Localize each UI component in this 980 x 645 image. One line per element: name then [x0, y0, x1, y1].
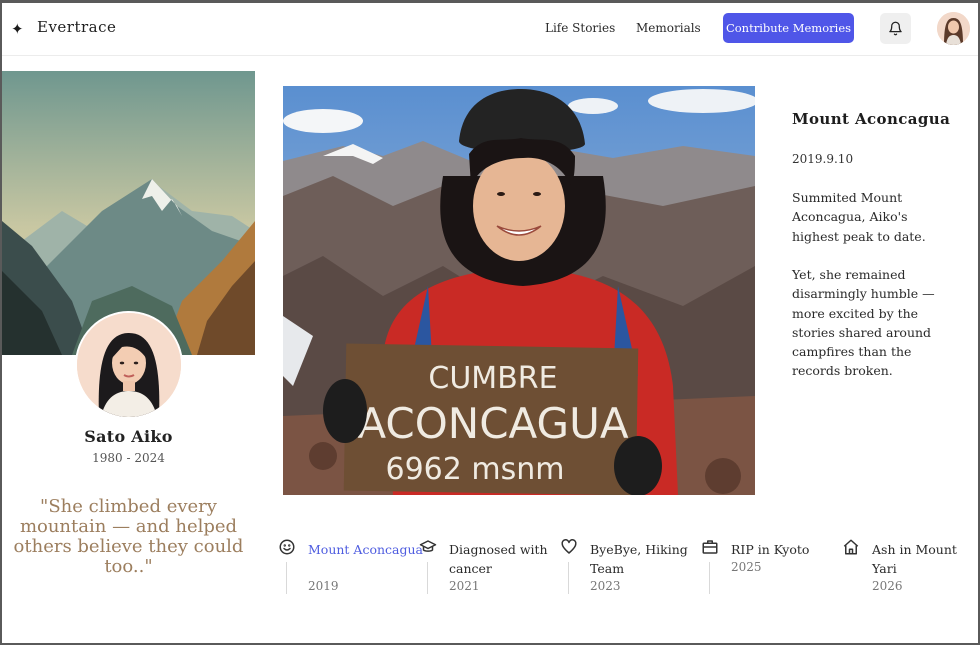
- sign-line-3: 6962 msnm: [386, 452, 565, 487]
- heart-icon: [561, 539, 577, 554]
- timeline-label: Mount Aconcagua: [308, 542, 423, 557]
- briefcase-icon: [702, 540, 718, 554]
- timeline-year: 2019: [308, 579, 339, 593]
- top-header: ✦ Evertrace Life Stories Memorials Contr…: [2, 3, 978, 56]
- nav-life-stories[interactable]: Life Stories: [545, 21, 615, 35]
- timeline-label: RIP in Kyoto: [731, 542, 810, 557]
- timeline-item-mount-aconcagua[interactable]: Mount Aconcagua 2019: [278, 538, 423, 608]
- memorial-quote: "She climbed every mountain — and helped…: [13, 496, 244, 577]
- timeline-year: 2023: [590, 579, 621, 593]
- nav-memorials[interactable]: Memorials: [636, 21, 701, 35]
- home-icon: [843, 539, 859, 555]
- bell-icon: [889, 21, 902, 36]
- timeline-item-hiking-team[interactable]: ByeBye, Hiking Team 2023: [560, 538, 700, 608]
- user-avatar[interactable]: [937, 12, 970, 45]
- profile-portrait: [75, 311, 183, 419]
- memory-date: 2019.9.10: [792, 152, 854, 166]
- person-name: Sato Aiko: [84, 427, 173, 446]
- brand-logo[interactable]: Evertrace: [37, 18, 116, 36]
- timeline-label: Diagnosed with cancer: [449, 542, 548, 576]
- sign-line-1: CUMBRE: [428, 361, 557, 396]
- sign-line-2: ACONCAGUA: [357, 399, 628, 448]
- timeline-year: 2021: [449, 579, 480, 593]
- timeline-connector: [286, 562, 287, 594]
- notifications-button[interactable]: [880, 13, 911, 44]
- person-dates: 1980 - 2024: [92, 451, 165, 465]
- memory-description-1: Summited Mount Aconcagua, Aiko's highest…: [792, 190, 926, 244]
- memory-title: Mount Aconcagua: [792, 110, 951, 128]
- timeline-item-rip-kyoto[interactable]: RIP in Kyoto 2025: [701, 538, 841, 608]
- timeline-connector: [709, 562, 710, 594]
- timeline-year: 2026: [872, 579, 903, 593]
- timeline-connector: [427, 562, 428, 594]
- smiley-icon: [279, 539, 295, 555]
- sparkle-icon: ✦: [11, 20, 24, 38]
- timeline-item-diagnosed[interactable]: Diagnosed with cancer 2021: [419, 538, 559, 608]
- timeline-item-mount-yari[interactable]: Ash in Mount Yari 2026: [842, 538, 978, 608]
- timeline-connector: [568, 562, 569, 594]
- app-window: ✦ Evertrace Life Stories Memorials Contr…: [2, 3, 978, 643]
- timeline-label: Ash in Mount Yari: [872, 542, 957, 576]
- memory-photo[interactable]: CUMBRE ACONCAGUA 6962 msnm: [283, 86, 755, 495]
- graduation-cap-icon: [419, 540, 437, 552]
- timeline-year: 2025: [731, 560, 762, 574]
- memory-description-2: Yet, she remained disarmingly humble — m…: [792, 267, 935, 379]
- timeline-label: ByeBye, Hiking Team: [590, 542, 688, 576]
- contribute-memories-button[interactable]: Contribute Memories: [723, 13, 854, 43]
